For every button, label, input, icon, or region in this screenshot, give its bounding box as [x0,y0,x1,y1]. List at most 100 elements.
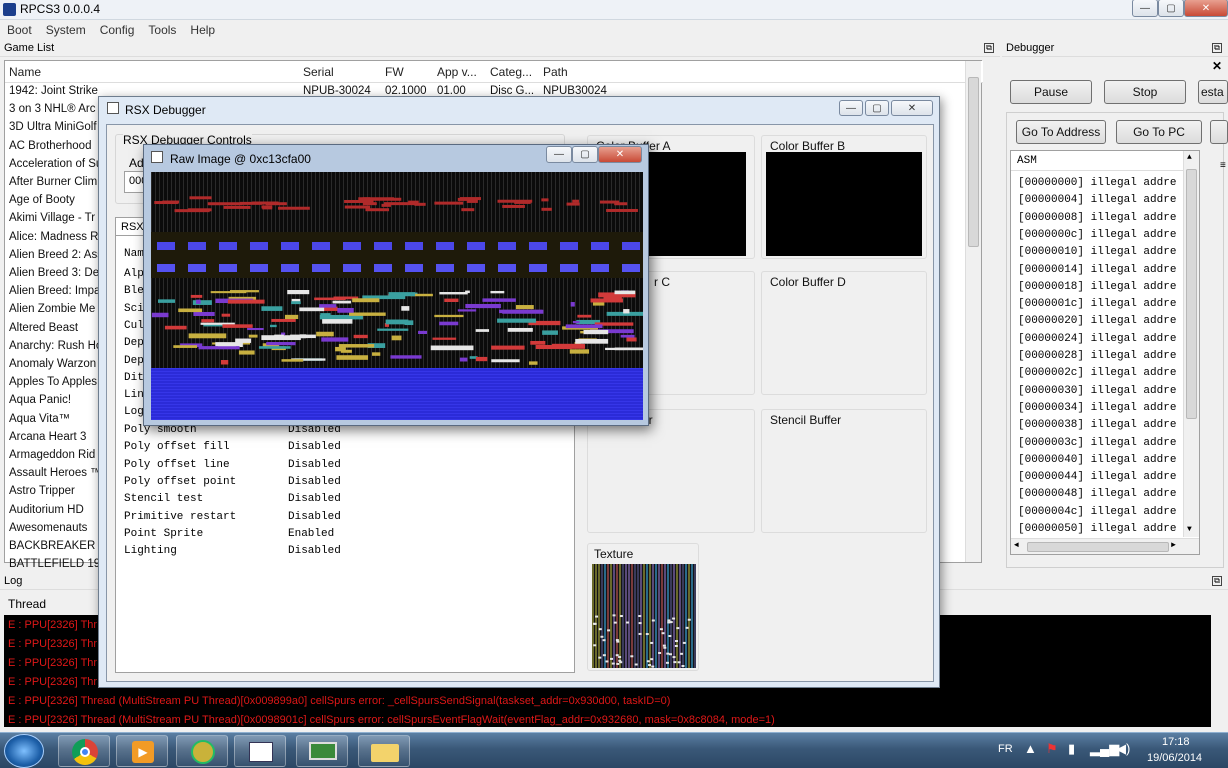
game-row-name[interactable]: Alien Breed 2: Ass [9,249,103,261]
asm-line[interactable]: [00000010] illegal addre [1018,246,1176,258]
game-row-name[interactable]: Age of Booty [9,194,75,206]
menu-system[interactable]: System [39,21,93,39]
asm-line[interactable]: [00000028] illegal addre [1018,350,1176,362]
game-row-name[interactable]: BATTLEFIELD 194 [9,558,107,570]
game-row-name[interactable]: Alien Breed 3: De [9,267,99,279]
menu-help[interactable]: Help [183,21,222,39]
col-serial[interactable]: Serial [303,65,334,79]
rsx-maximize-button[interactable]: ▢ [865,100,889,116]
show-hidden-icon[interactable]: ▲ [1024,741,1037,756]
game-row-name[interactable]: Arcana Heart 3 [9,431,86,443]
go-to-pc-button[interactable]: Go To PC [1116,120,1202,144]
language-indicator[interactable]: FR [998,743,1013,755]
extra-button[interactable] [1210,120,1228,144]
game-row-name[interactable]: AC Brotherhood [9,140,91,152]
asm-hscrollbar[interactable]: ◄ ► [1011,538,1199,554]
asm-line[interactable]: [0000000c] illegal addre [1018,229,1176,241]
network-icon[interactable]: ▂▄▆ [1090,741,1119,757]
color-buffer-b-image[interactable] [766,152,922,256]
property-name[interactable]: Lighting [124,545,177,557]
game-row-name[interactable]: Alice: Madness R [9,231,98,243]
game-row-name[interactable]: 1942: Joint Strike [9,85,98,97]
game-row-name[interactable]: Awesomenauts [9,522,87,534]
minimize-button[interactable]: — [1132,0,1158,17]
restart-button[interactable]: esta [1198,80,1228,104]
property-name[interactable]: Dit [124,372,144,384]
asm-line[interactable]: [00000014] illegal addre [1018,264,1176,276]
game-row-name[interactable]: Auditorium HD [9,504,84,516]
maximize-button[interactable]: ▢ [1158,0,1184,17]
power-icon[interactable]: ▮ [1068,741,1075,757]
raw-image-canvas[interactable] [151,172,643,420]
property-name[interactable]: Dep [124,355,144,367]
chrome-taskbar-button[interactable] [58,735,110,767]
property-name[interactable]: Sci [124,303,144,315]
asm-line[interactable]: [00000024] illegal addre [1018,333,1176,345]
property-name[interactable]: Point Sprite [124,528,203,540]
asm-line[interactable]: [00000000] illegal addre [1018,177,1176,189]
debugger-float-icon[interactable]: ⧉ [1212,43,1222,53]
close-button[interactable]: ✕ [1184,0,1228,17]
dock-float-icon[interactable]: ⧉ [984,43,994,53]
game-row-name[interactable]: Aqua Vita™ [9,413,70,425]
log-float-icon[interactable]: ⧉ [1212,576,1222,586]
asm-line[interactable]: [00000040] illegal addre [1018,454,1176,466]
asm-list[interactable]: ASM [00000000] illegal addre [00000004] i… [1010,150,1200,555]
property-name[interactable]: Dep [124,337,144,349]
asm-line[interactable]: [0000002c] illegal addre [1018,367,1176,379]
scroll-up-icon[interactable]: ▲ [1187,153,1192,162]
asm-line[interactable]: [00000020] illegal addre [1018,315,1176,327]
property-name[interactable]: Stencil test [124,493,203,505]
property-name[interactable]: Poly offset fill [124,441,230,453]
game-row-name[interactable]: Armageddon Rid [9,449,95,461]
clock-time[interactable]: 17:18 [1162,736,1190,748]
col-path[interactable]: Path [543,65,568,79]
game-row-name[interactable]: Akimi Village - Tr [9,212,95,224]
media-taskbar-button[interactable]: ▶ [116,735,168,767]
property-name[interactable]: Alp [124,268,144,280]
rpcs3-taskbar-button[interactable] [234,735,286,767]
scroll-down-icon[interactable]: ▼ [1187,525,1192,534]
game-row-name[interactable]: Altered Beast [9,322,78,334]
asm-line[interactable]: [00000038] illegal addre [1018,419,1176,431]
go-to-address-button[interactable]: Go To Address [1016,120,1106,144]
asm-line[interactable]: [0000001c] illegal addre [1018,298,1176,310]
game-row-name[interactable]: Acceleration of Su [9,158,102,170]
asm-scroll-thumb[interactable] [1186,169,1197,419]
start-button[interactable] [4,734,44,768]
asm-line[interactable]: [00000048] illegal addre [1018,488,1176,500]
asm-line[interactable]: [00000034] illegal addre [1018,402,1176,414]
game-list-scrollbar[interactable] [965,61,981,562]
game-row-name[interactable]: 3D Ultra MiniGolf [9,121,97,133]
monitor-taskbar-button[interactable] [296,735,348,767]
asm-line[interactable]: [00000044] illegal addre [1018,471,1176,483]
asm-line[interactable]: [00000008] illegal addre [1018,212,1176,224]
rsx-minimize-button[interactable]: — [839,100,863,116]
col-category[interactable]: Categ... [490,65,532,79]
scroll-thumb[interactable] [968,77,979,247]
property-name[interactable]: Primitive restart [124,511,236,523]
property-name[interactable]: Cul [124,320,144,332]
asm-line[interactable]: [00000050] illegal addre [1018,523,1176,535]
raw-close-button[interactable]: ✕ [598,146,642,163]
asm-line[interactable]: [00000030] illegal addre [1018,385,1176,397]
game-row-name[interactable]: Alien Breed: Impa [9,285,100,297]
volume-icon[interactable]: ◀) [1116,741,1130,757]
stop-button[interactable]: Stop [1104,80,1186,104]
raw-maximize-button[interactable]: ▢ [572,146,598,163]
app-taskbar-button[interactable] [176,735,228,767]
col-name[interactable]: Name [9,65,41,79]
raw-minimize-button[interactable]: — [546,146,572,163]
col-app-version[interactable]: App v... [437,65,477,79]
clock-date[interactable]: 19/06/2014 [1147,752,1202,764]
game-row-name[interactable]: Anarchy: Rush Ho [9,340,102,352]
asm-scrollbar[interactable]: ▲ ▼ [1183,151,1199,537]
menu-config[interactable]: Config [93,21,142,39]
asm-line[interactable]: [0000003c] illegal addre [1018,437,1176,449]
rsx-close-button[interactable]: ✕ [891,100,933,116]
game-row-name[interactable]: Anomaly Warzon [9,358,96,370]
col-fw[interactable]: FW [385,65,404,79]
game-row-name[interactable]: After Burner Clim [9,176,97,188]
scroll-left-icon[interactable]: ◄ [1014,541,1019,550]
explorer-taskbar-button[interactable] [358,735,410,767]
